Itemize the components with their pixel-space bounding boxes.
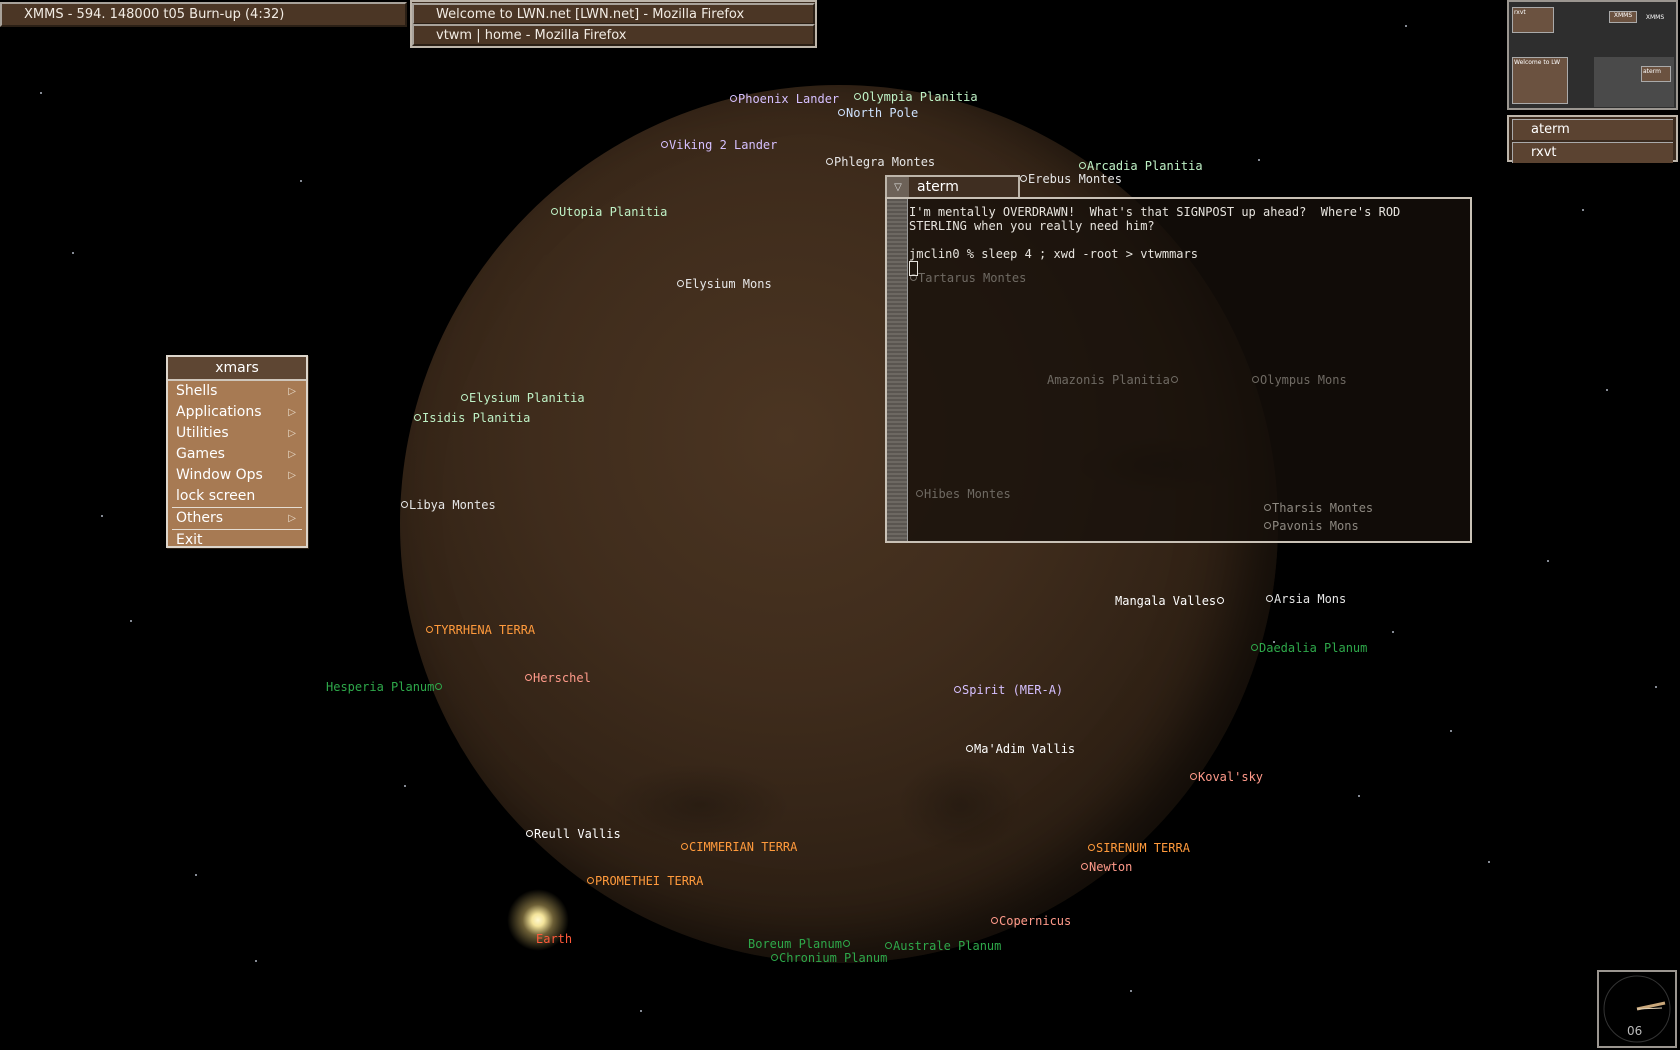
label-hibes-montes: Hibes Montes xyxy=(915,487,1011,501)
label-erebus-montes: Erebus Montes xyxy=(1019,172,1122,186)
label-sirenum-terra: SIRENUM TERRA xyxy=(1087,841,1190,855)
aterm-window[interactable]: Tartarus Montes Amazonis Planitia Olympu… xyxy=(885,197,1472,543)
label-boreum-planum: Boreum Planum xyxy=(748,937,851,951)
xmms-title-bar[interactable]: XMMS - 594. 148000 t05 Burn-up (4:32) xyxy=(0,2,407,27)
label-daedalia-planum: Daedalia Planum xyxy=(1250,641,1367,655)
label-cimmerian-terra: CIMMERIAN TERRA xyxy=(680,840,797,854)
menu-item-window-ops-label: Window Ops xyxy=(176,467,263,483)
pager-thumb-rxvt-label: rxvt xyxy=(1514,9,1526,16)
menu-item-lock-screen[interactable]: lock screen xyxy=(168,486,306,507)
aterm-title-tab[interactable]: ▽ aterm xyxy=(885,175,1020,199)
menu-item-shells-label: Shells xyxy=(176,383,218,399)
firefox-window-2[interactable]: vtwm | home - Mozilla Firefox xyxy=(412,24,815,46)
terminal-output[interactable]: I'm mentally OVERDRAWN! What's that SIGN… xyxy=(909,205,1462,277)
label-phlegra-montes: Phlegra Montes xyxy=(825,155,935,169)
menu-item-applications-label: Applications xyxy=(176,404,262,420)
menu-item-shells[interactable]: Shells ▷ xyxy=(168,381,306,402)
clock-label: 06 xyxy=(1627,1024,1643,1038)
submenu-arrow-icon: ▷ xyxy=(288,470,296,481)
menu-item-applications[interactable]: Applications ▷ xyxy=(168,402,306,423)
icon-manager-item-rxvt[interactable]: rxvt xyxy=(1512,142,1673,163)
label-reull-vallis: Reull Vallis xyxy=(525,827,621,841)
label-viking-2-lander: Viking 2 Lander xyxy=(660,138,777,152)
submenu-arrow-icon: ▷ xyxy=(288,513,296,524)
menu-item-others[interactable]: Others ▷ xyxy=(168,508,306,529)
xmars-root-menu: xmars Shells ▷ Applications ▷ Utilities ▷ G… xyxy=(166,355,308,548)
label-amazonis-planitia: Amazonis Planitia xyxy=(1047,373,1179,387)
label-olympus-mons: Olympus Mons xyxy=(1251,373,1347,387)
menu-item-exit-label: Exit xyxy=(176,532,203,548)
label-north-pole: North Pole xyxy=(837,106,918,120)
pager-thumb-rxvt[interactable]: rxvt xyxy=(1512,7,1554,33)
label-herschel: Herschel xyxy=(524,671,591,685)
label-spirit-mer-a: Spirit (MER-A) xyxy=(953,683,1063,697)
label-promethei-terra: PROMETHEI TERRA xyxy=(586,874,703,888)
window-menu-triangle-icon[interactable]: ▽ xyxy=(887,177,909,199)
firefox-title-2: vtwm | home - Mozilla Firefox xyxy=(436,28,627,43)
label-libya-montes: Libya Montes xyxy=(400,498,496,512)
virtual-desktop-pager[interactable]: rxvt XMMS XMMS Welcome to LW aterm xyxy=(1507,0,1678,110)
label-earth: Earth xyxy=(536,932,573,946)
menu-item-games[interactable]: Games ▷ xyxy=(168,444,306,465)
label-maadim-vallis: Ma'Adim Vallis xyxy=(965,742,1075,756)
menu-title: xmars xyxy=(168,357,306,381)
menu-item-lock-screen-label: lock screen xyxy=(176,488,256,504)
submenu-arrow-icon: ▷ xyxy=(288,428,296,439)
pager-thumb-aterm-label: aterm xyxy=(1643,68,1661,75)
pager-current-desk xyxy=(1594,57,1674,107)
label-kovalsky: Koval'sky xyxy=(1189,770,1263,784)
pager-thumb-xmms-2[interactable]: XMMS xyxy=(1640,14,1670,26)
pager-thumb-xmms2-label: XMMS xyxy=(1645,14,1665,21)
pager-thumb-lwn-label: Welcome to LW xyxy=(1514,59,1561,66)
label-phoenix-lander: Phoenix Lander xyxy=(729,92,839,106)
label-elysium-mons: Elysium Mons xyxy=(676,277,772,291)
firefox-window-1[interactable]: Welcome to LWN.net [LWN.net] - Mozilla F… xyxy=(412,3,815,25)
label-tharsis-montes: Tharsis Montes xyxy=(1263,501,1373,515)
aterm-title: aterm xyxy=(917,179,959,195)
label-copernicus: Copernicus xyxy=(990,914,1071,928)
label-mangala-valles: Mangala Valles xyxy=(1115,594,1225,608)
label-arsia-mons: Arsia Mons xyxy=(1265,592,1346,606)
analog-clock: 06 xyxy=(1597,970,1677,1048)
label-tyrrhena-terra: TYRRHENA TERRA xyxy=(425,623,535,637)
menu-item-utilities-label: Utilities xyxy=(176,425,229,441)
label-newton: Newton xyxy=(1080,860,1132,874)
submenu-arrow-icon: ▷ xyxy=(288,386,296,397)
aterm-scrollbar[interactable] xyxy=(887,199,908,541)
pager-thumb-aterm[interactable]: aterm xyxy=(1641,66,1671,82)
firefox-title-1: Welcome to LWN.net [LWN.net] - Mozilla F… xyxy=(436,7,745,22)
pager-thumb-xmms-label: XMMS xyxy=(1613,12,1633,19)
label-australe-planum: Australe Planum xyxy=(884,939,1001,953)
icon-manager: aterm rxvt xyxy=(1507,115,1678,163)
menu-item-exit[interactable]: Exit xyxy=(168,530,306,551)
pager-thumb-lwn[interactable]: Welcome to LW xyxy=(1512,57,1568,104)
label-isidis-planitia: Isidis Planitia xyxy=(413,411,530,425)
label-elysium-planitia: Elysium Planitia xyxy=(460,391,585,405)
submenu-arrow-icon: ▷ xyxy=(288,407,296,418)
xmms-title-text: XMMS - 594. 148000 t05 Burn-up (4:32) xyxy=(24,7,285,22)
terminal-cursor xyxy=(909,261,918,276)
menu-item-utilities[interactable]: Utilities ▷ xyxy=(168,423,306,444)
label-arcadia-planitia: Arcadia Planitia xyxy=(1078,159,1203,173)
label-hesperia-planum: Hesperia Planum xyxy=(326,680,443,694)
label-pavonis-mons: Pavonis Mons xyxy=(1263,519,1359,533)
terminal-line-2: STERLING when you really need him? xyxy=(909,219,1155,233)
terminal-prompt-line: jmclin0 % sleep 4 ; xwd -root > vtwmmars xyxy=(909,247,1198,261)
label-olympia-planitia: Olympia Planitia xyxy=(853,90,978,104)
label-utopia-planitia: Utopia Planitia xyxy=(550,205,667,219)
menu-item-games-label: Games xyxy=(176,446,225,462)
icon-manager-item-aterm[interactable]: aterm xyxy=(1512,119,1673,140)
terminal-line-1: I'm mentally OVERDRAWN! What's that SIGN… xyxy=(909,205,1401,219)
menu-item-window-ops[interactable]: Window Ops ▷ xyxy=(168,465,306,486)
label-chronium-planum: Chronium Planum xyxy=(770,951,887,965)
menu-item-others-label: Others xyxy=(176,510,224,526)
submenu-arrow-icon: ▷ xyxy=(288,449,296,460)
pager-thumb-xmms[interactable]: XMMS xyxy=(1609,11,1637,23)
